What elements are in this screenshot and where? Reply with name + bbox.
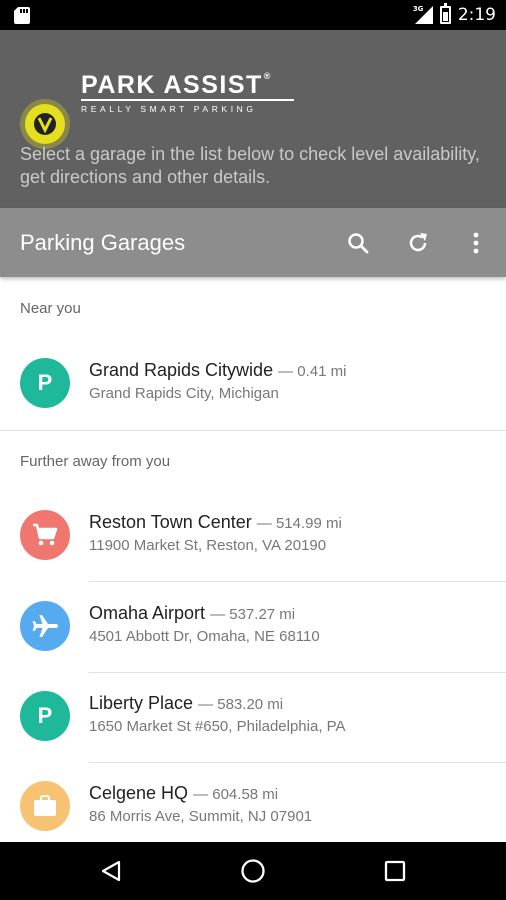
more-options-button[interactable] [458,225,494,261]
refresh-button[interactable] [400,225,436,261]
home-button[interactable] [233,851,273,891]
status-bar: 3G 2:19 [0,0,506,30]
garage-name: Celgene HQ [89,783,189,803]
garage-address: 86 Morris Ave, Summit, NJ 07901 [89,808,313,825]
brand-tagline: REALLY SMART PARKING [81,104,257,114]
parking-icon: P [37,370,53,395]
garage-title: Grand Rapids Citywide — 0.41 mi [89,360,346,381]
garage-avatar: P [20,358,70,408]
garage-title: Celgene HQ — 604.58 mi [89,783,278,804]
search-icon [348,233,369,254]
cell-signal-icon: 3G [413,5,433,24]
garage-distance: — 0.41 mi [278,363,347,380]
garage-list-item[interactable]: P Grand Rapids Citywide — 0.41 mi Grand … [0,338,506,428]
home-icon [241,859,265,883]
garage-distance: — 537.27 mi [210,606,296,623]
garage-address: 4501 Abbott Dr, Omaha, NE 68110 [89,628,320,645]
garage-avatar [20,781,70,831]
section-header-further: Further away from you [20,453,171,470]
header-description: Select a garage in the list below to che… [20,144,480,187]
garage-title: Liberty Place — 583.20 mi [89,693,283,714]
garage-avatar: P [20,691,70,741]
back-icon [101,860,121,882]
garage-list-item[interactable]: Reston Town Center — 514.99 mi 11900 Mar… [0,490,506,580]
parking-icon: P [37,703,53,728]
garage-distance: — 604.58 mi [193,786,279,803]
garage-address: 11900 Market St, Reston, VA 20190 [89,537,327,554]
garage-title: Reston Town Center — 514.99 mi [89,512,342,533]
more-vert-icon [473,232,479,254]
garage-name: Liberty Place [89,693,194,713]
garage-address: Grand Rapids City, Michigan [89,385,279,402]
garage-distance: — 514.99 mi [256,515,342,532]
brand-divider [81,99,294,101]
briefcase-icon [34,795,56,816]
garage-avatar [20,601,70,651]
back-button[interactable] [91,851,131,891]
airplane-icon [32,615,58,637]
garage-name: Grand Rapids Citywide [89,360,274,380]
recents-button[interactable] [375,851,415,891]
search-button[interactable] [340,225,376,261]
brand-name: PARK ASSIST® [81,71,272,99]
cart-icon [33,523,58,546]
garage-avatar [20,510,70,560]
status-time: 2:19 [457,5,496,25]
garage-title: Omaha Airport — 537.27 mi [89,603,295,624]
garage-name: Omaha Airport [89,603,206,623]
toolbar: Parking Garages [0,208,506,277]
section-divider [0,430,506,431]
battery-icon [439,3,451,24]
recents-icon [384,860,406,882]
navigation-bar [0,842,506,900]
section-header-near: Near you [20,300,81,317]
refresh-icon [409,233,427,252]
garage-list-item[interactable]: Celgene HQ — 604.58 mi 86 Morris Ave, Su… [0,761,506,851]
garage-list-item[interactable]: Omaha Airport — 537.27 mi 4501 Abbott Dr… [0,581,506,671]
garage-list-item[interactable]: P Liberty Place — 583.20 mi 1650 Market … [0,671,506,761]
garage-name: Reston Town Center [89,512,252,532]
sd-card-icon [14,7,30,24]
page-title: Parking Garages [20,230,186,255]
garage-address: 1650 Market St #650, Philadelphia, PA [89,718,346,735]
garage-distance: — 583.20 mi [198,696,284,713]
